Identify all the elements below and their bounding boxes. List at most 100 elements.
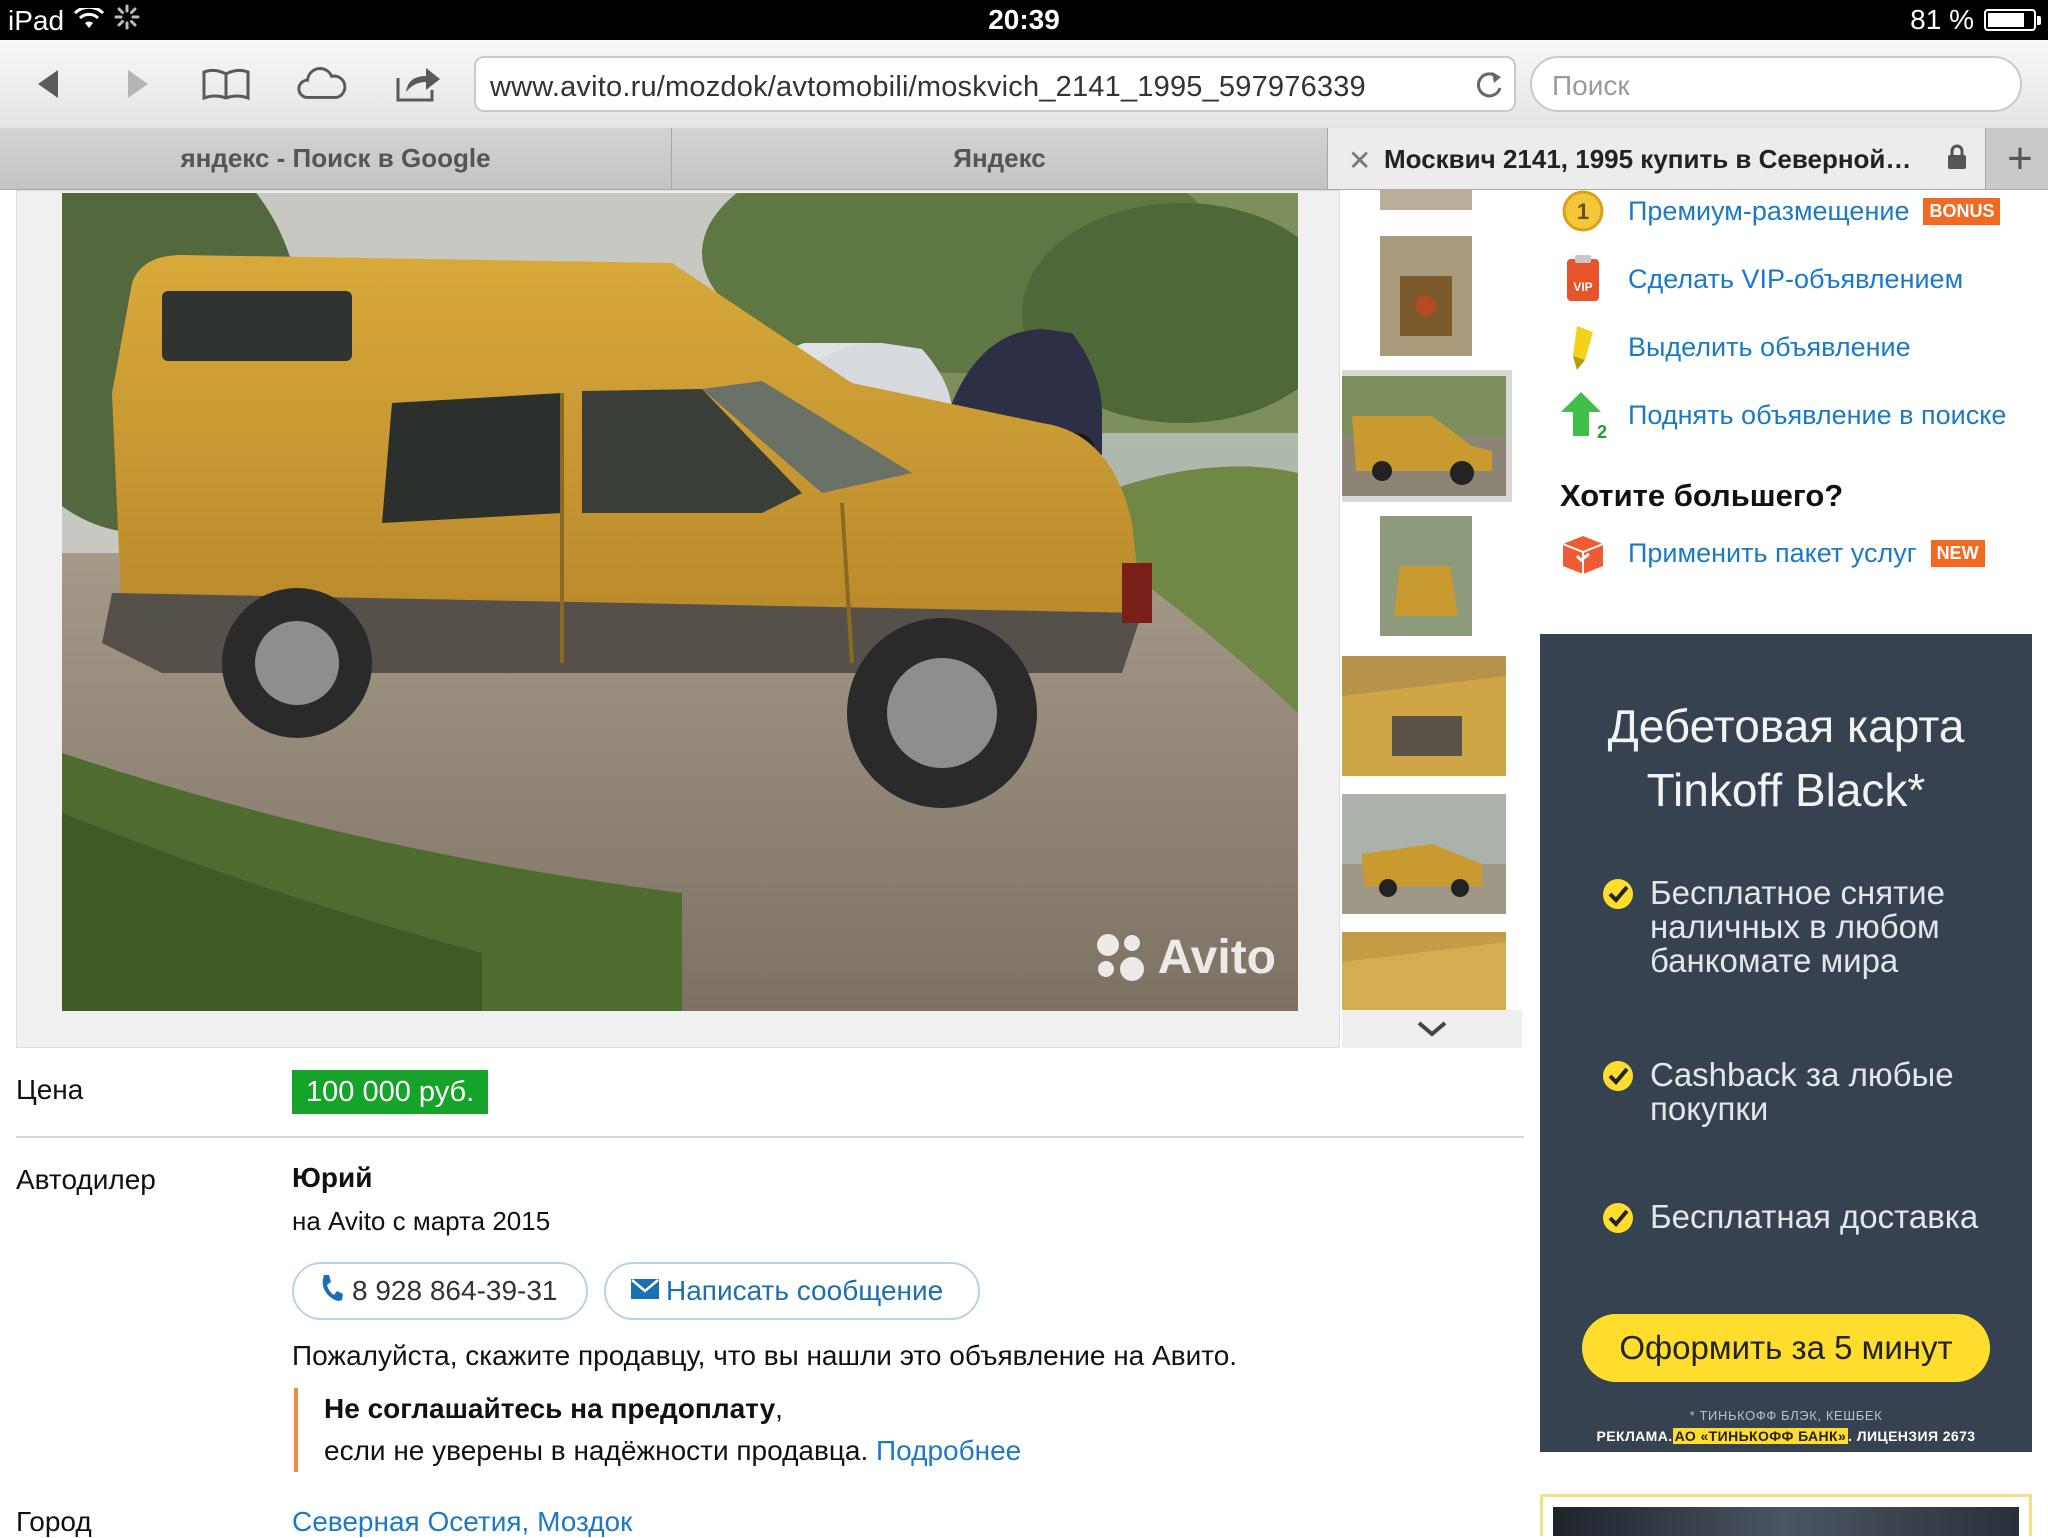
ad-legal-bank: АО «ТИНЬКОФФ БАНК»: [1672, 1428, 1849, 1444]
watermark-text: Avito: [1157, 930, 1276, 984]
ad-bullet: Бесплатное снятие наличных в любом банко…: [1600, 876, 1945, 978]
city-label: Город: [16, 1506, 92, 1537]
envelope-icon: [630, 1275, 660, 1307]
ad-legal: РЕКЛАМА. АО «ТИНЬКОФФ БАНК». ЛИЦЕНЗИЯ 267…: [1540, 1428, 2032, 1444]
warning-bold: Не соглашайтесь на предоплату: [324, 1393, 776, 1424]
chevron-down-icon: [1417, 1021, 1447, 1037]
thumbnail-strip: [1342, 190, 1522, 1010]
ad-legal-pre: РЕКЛАМА.: [1596, 1428, 1673, 1444]
warning-text: если не уверены в надёжности продавца.: [324, 1435, 869, 1466]
tell-seller-note: Пожалуйста, скажите продавцу, что вы наш…: [292, 1340, 1238, 1371]
promo-raise[interactable]: 2 Поднять объявление в поиске: [1558, 390, 2006, 440]
ad-footnote: * ТИНЬКОФФ БЛЭК, КЕШБЕК: [1689, 1408, 1883, 1423]
tab-google-search[interactable]: яндекс - Поиск в Google: [0, 128, 672, 189]
tinkoff-ad-banner[interactable]: Дебетовая карта Tinkoff Black* Бесплатно…: [1540, 634, 2032, 1452]
bookmarks-button[interactable]: [200, 58, 252, 110]
new-badge: NEW: [1930, 539, 1985, 567]
promo-label: Выделить объявление: [1628, 331, 1911, 362]
status-right: 81 %: [1910, 4, 2041, 36]
ad-apply-button[interactable]: Оформить за 5 минут: [1582, 1314, 1990, 1382]
seller-since: на Avito с марта 2015: [292, 1206, 551, 1236]
reload-button[interactable]: [1472, 68, 1506, 102]
lock-icon: [1947, 144, 1967, 177]
back-arrow-icon: [38, 70, 58, 98]
ad-bullet-text: Cashback за любые: [1650, 1056, 1954, 1093]
thumbnail-3[interactable]: [1342, 370, 1512, 502]
more-details-link[interactable]: Подробнее: [876, 1435, 1021, 1466]
status-time: 20:39: [988, 4, 1060, 35]
forward-arrow-icon: [128, 70, 148, 98]
seller-name[interactable]: Юрий: [292, 1162, 372, 1194]
ad-bullet-text: Бесплатная доставка: [1650, 1198, 1979, 1235]
price-badge: 100 000 руб.: [292, 1070, 489, 1114]
svg-text:2: 2: [1597, 422, 1607, 440]
highlighter-icon: [1558, 322, 1608, 372]
warning-comma: ,: [775, 1393, 783, 1424]
avito-watermark: Avito: [1090, 927, 1276, 987]
thumbnails-scroll-down-button[interactable]: [1342, 1010, 1522, 1048]
ad-bullet: Бесплатная доставка: [1600, 1200, 1978, 1242]
share-button[interactable]: [392, 58, 444, 110]
second-ad-image: [1553, 1507, 2019, 1536]
promo-label: Поднять объявление в поиске: [1628, 399, 2007, 430]
ad-bullet: Cashback за любые покупки: [1600, 1058, 1954, 1126]
premium-coin-icon: 1: [1558, 186, 1608, 236]
tab-yandex[interactable]: Яндекс: [672, 128, 1328, 189]
icloud-tabs-button[interactable]: [296, 58, 348, 110]
check-icon: [1600, 876, 1636, 978]
thumbnail-5[interactable]: [1342, 656, 1506, 776]
avito-logo-icon: [1096, 934, 1144, 981]
promo-vip[interactable]: VIP Сделать VIP-объявлением: [1558, 254, 1963, 304]
seller-type-label: Автодилер: [16, 1164, 156, 1195]
promo-label: Премиум-размещение: [1628, 195, 1910, 226]
book-icon: [202, 68, 250, 101]
browser-toolbar: www.avito.ru/mozdok/avtomobili/moskvich_…: [0, 40, 2048, 128]
svg-text:VIP: VIP: [1573, 280, 1592, 294]
price-label: Цена: [16, 1074, 84, 1105]
thumbnail-1[interactable]: [1380, 190, 1472, 210]
ad-title: Дебетовая карта Tinkoff Black*: [1540, 694, 2032, 822]
tab-avito-listing[interactable]: ✕ Москвич 2141, 1995 купить в Северной…: [1328, 128, 1986, 189]
thumbnail-6[interactable]: [1342, 794, 1506, 914]
promo-package[interactable]: Применить пакет услуг NEW: [1558, 528, 1985, 578]
ad-bullet-text: наличных в любом: [1650, 908, 1940, 945]
promo-label: Сделать VIP-объявлением: [1628, 263, 1964, 294]
battery-icon: [1984, 9, 2041, 31]
phone-button[interactable]: 8 928 864-39-31: [292, 1262, 588, 1320]
back-button[interactable]: [22, 58, 74, 110]
forward-button[interactable]: [112, 58, 164, 110]
new-tab-button[interactable]: +: [1992, 128, 2048, 189]
thumbnail-4[interactable]: [1380, 516, 1472, 636]
ad-title-line2: Tinkoff Black*: [1646, 764, 1926, 816]
search-field-wrap[interactable]: [1530, 56, 2022, 112]
raise-arrow-icon: 2: [1558, 390, 1608, 440]
promo-premium[interactable]: 1 Премиум-размещение BONUS: [1558, 186, 2001, 236]
battery-percent: 81 %: [1910, 4, 1974, 35]
phone-number: 8 928 864-39-31: [352, 1275, 558, 1306]
address-bar[interactable]: www.avito.ru/mozdok/avtomobili/moskvich_…: [474, 56, 1516, 112]
ad-title-line1: Дебетовая карта: [1607, 700, 1965, 752]
check-icon: [1600, 1058, 1636, 1126]
promo-highlight[interactable]: Выделить объявление: [1558, 322, 1911, 372]
want-more-heading: Хотите большего?: [1560, 478, 1844, 513]
divider: [16, 1136, 1524, 1138]
promo-label: Применить пакет услуг: [1628, 537, 1917, 568]
package-box-icon: [1558, 528, 1608, 578]
city-link[interactable]: Северная Осетия, Моздок: [292, 1506, 632, 1538]
status-bar: iPad 20:39 81 %: [0, 0, 2048, 40]
reload-icon: [1476, 72, 1502, 98]
thumbnail-7[interactable]: [1342, 932, 1506, 1010]
close-tab-icon[interactable]: ✕: [1348, 144, 1371, 177]
second-ad-banner[interactable]: [1540, 1494, 2032, 1536]
main-photo[interactable]: Avito: [62, 193, 1298, 1011]
photo-gallery: Avito: [16, 190, 1340, 1048]
cloud-icon: [297, 67, 347, 99]
tab-label: Москвич 2141, 1995 купить в Северной…: [1384, 144, 1912, 174]
write-message-button[interactable]: Написать сообщение: [604, 1262, 980, 1320]
url-text: www.avito.ru/mozdok/avtomobili/moskvich_…: [490, 71, 1366, 103]
thumbnail-2[interactable]: [1380, 236, 1472, 356]
tab-label: яндекс - Поиск в Google: [180, 143, 491, 173]
search-input[interactable]: [1550, 68, 1994, 104]
prepayment-warning: Не соглашайтесь на предоплату, если не у…: [294, 1388, 1224, 1472]
ad-bullet-text: Бесплатное снятие: [1650, 874, 1945, 911]
